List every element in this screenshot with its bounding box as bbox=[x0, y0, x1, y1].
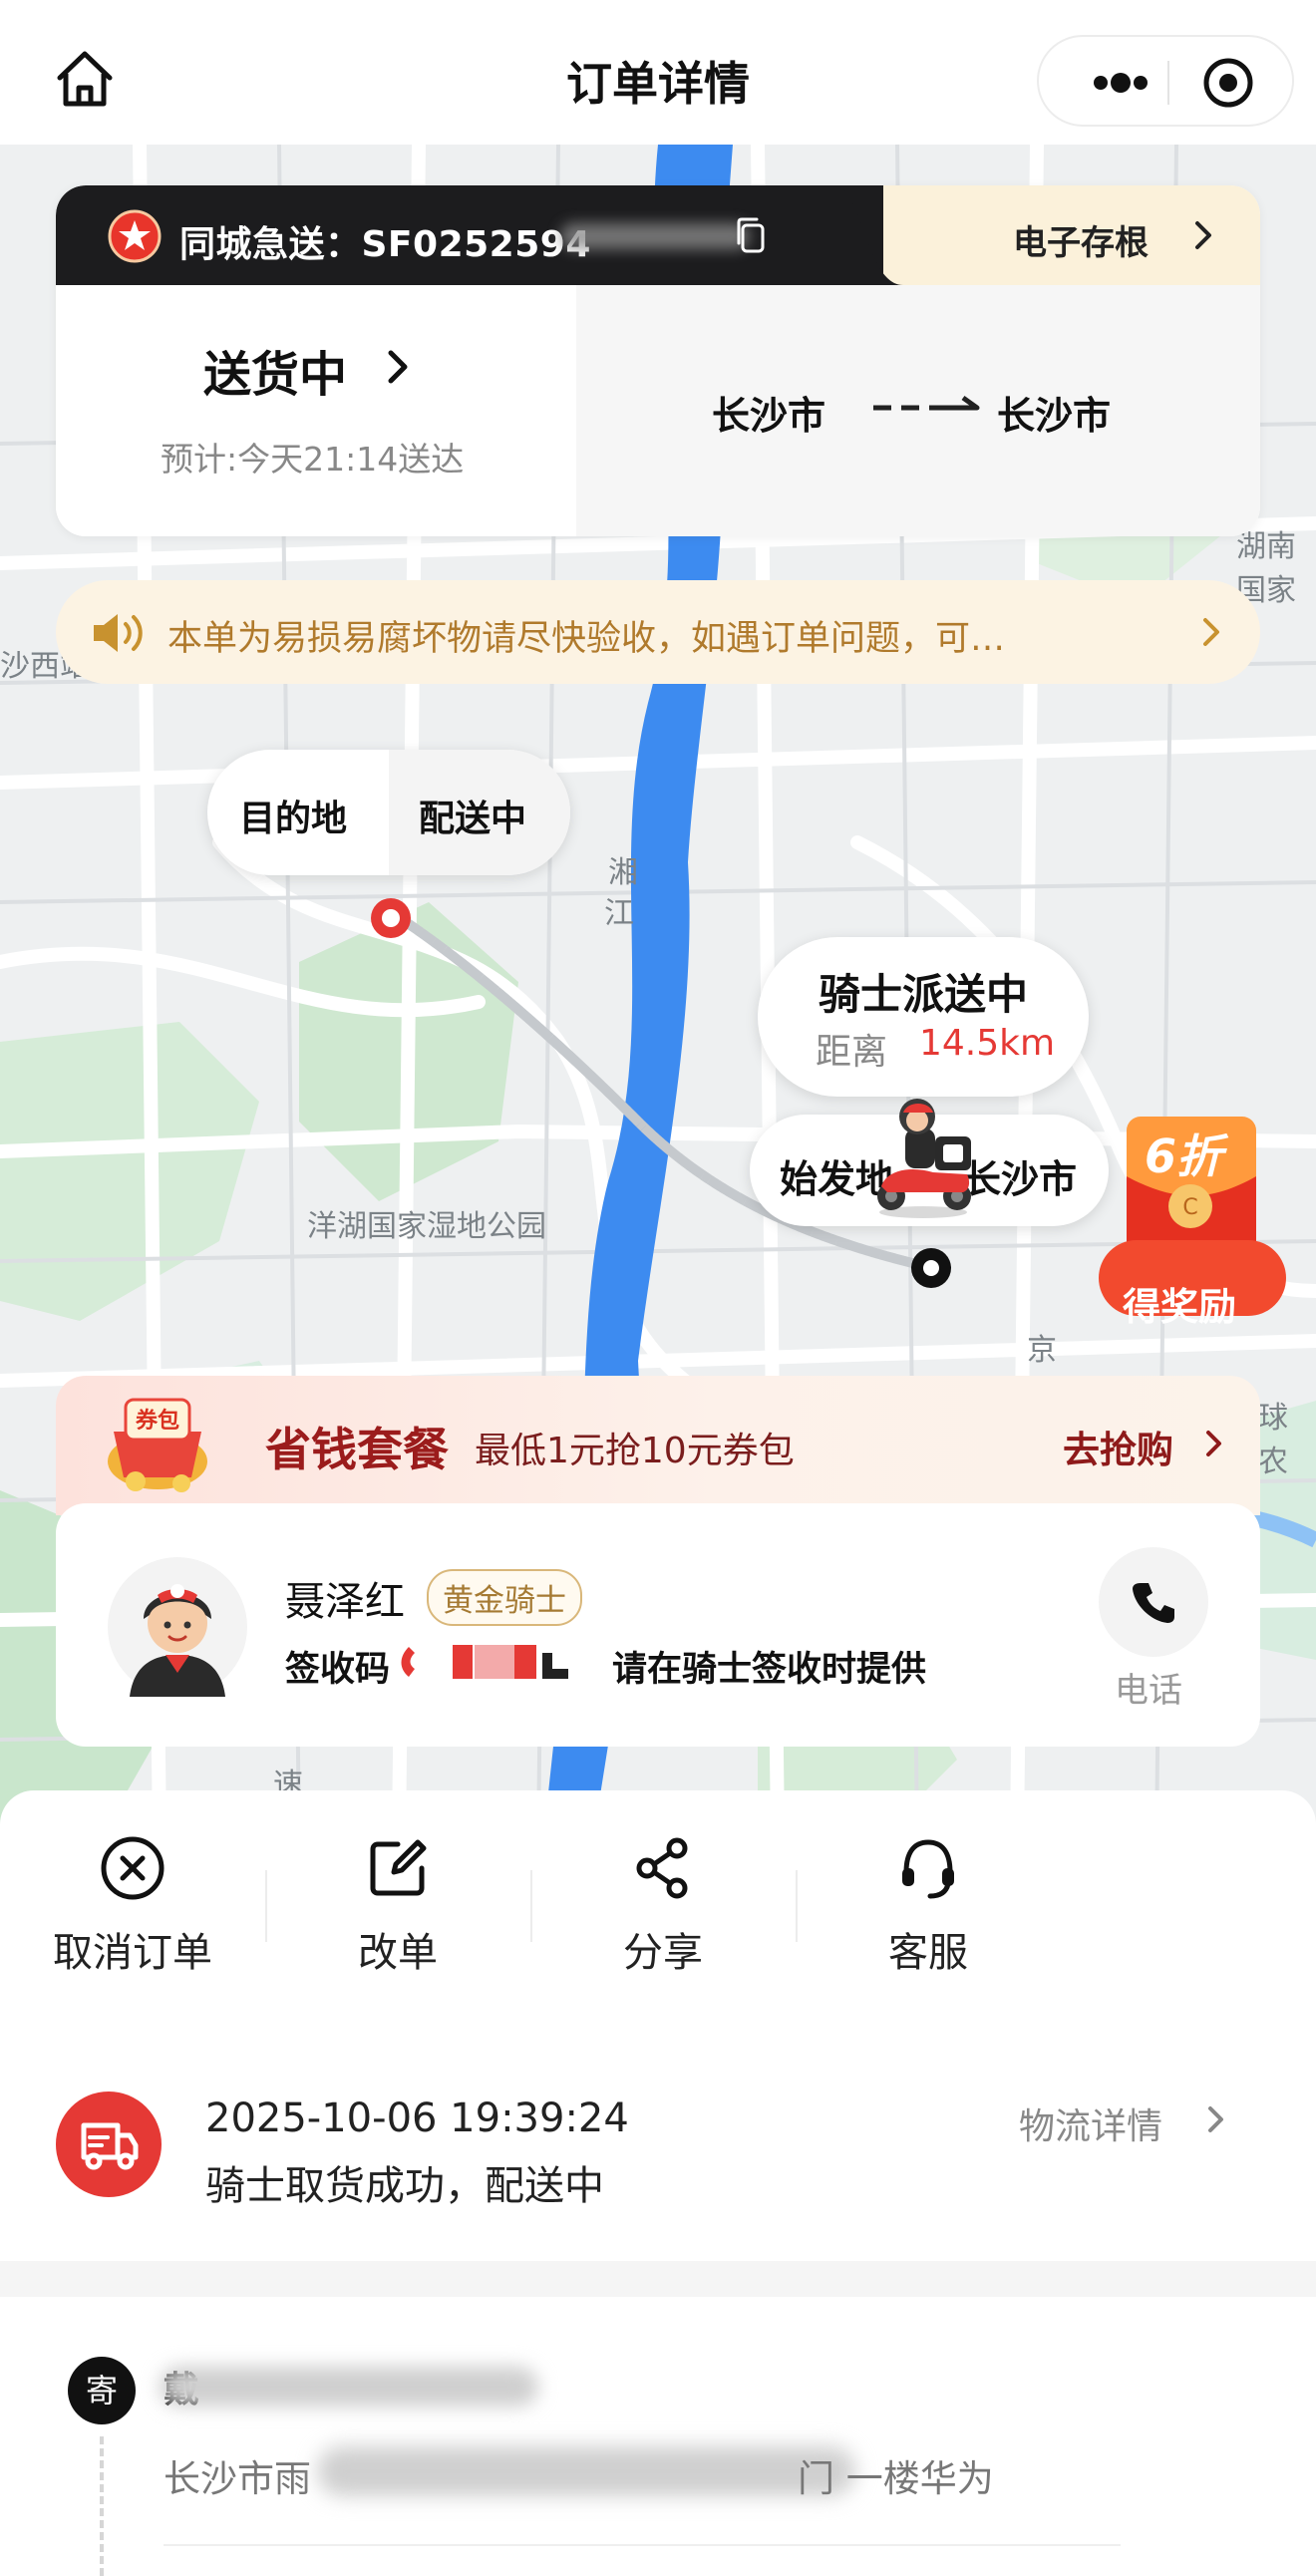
speaker-icon bbox=[94, 614, 143, 652]
customer-service-button[interactable]: 客服 bbox=[796, 1830, 1061, 1990]
redacted-sign-code bbox=[401, 1645, 568, 1679]
chevron-right-icon bbox=[1203, 618, 1219, 646]
cancel-order-label: 取消订单 bbox=[53, 1930, 212, 1976]
call-rider-button[interactable] bbox=[1099, 1547, 1208, 1657]
modify-order-button[interactable]: 改单 bbox=[265, 1830, 530, 1990]
tracking-time: 2025-10-06 19:39:24 bbox=[205, 2095, 629, 2141]
route-arrow-icon bbox=[873, 395, 980, 411]
sender-badge: 寄 bbox=[68, 2357, 136, 2424]
cancel-circle-icon bbox=[101, 1836, 164, 1900]
destination-status: 配送中 bbox=[419, 799, 527, 839]
redacted-order-digits bbox=[560, 223, 750, 249]
copy-icon[interactable] bbox=[730, 213, 774, 257]
band-curve bbox=[794, 185, 903, 285]
share-button[interactable]: 分享 bbox=[530, 1830, 796, 1990]
sender-divider bbox=[164, 2544, 1121, 2546]
promo-discount: 6折 bbox=[1145, 1129, 1223, 1183]
destination-label: 目的地 bbox=[239, 799, 348, 839]
close-miniprogram-icon[interactable] bbox=[1198, 57, 1258, 109]
rider-bubble-title: 骑士派送中 bbox=[818, 970, 1028, 1019]
sender-address-head: 长沙市雨 bbox=[164, 2457, 311, 2500]
rider-avatar bbox=[108, 1557, 247, 1697]
headset-icon bbox=[902, 1839, 954, 1899]
destination-pin-icon bbox=[371, 898, 411, 938]
rider-card: 聂泽红 黄金骑士 签收码 请在骑士签收时提供 电话 bbox=[56, 1503, 1260, 1747]
distance-value: 14.5km bbox=[919, 1023, 1056, 1064]
tracking-message: 骑士取货成功，配送中 bbox=[205, 2163, 604, 2209]
more-icon[interactable] bbox=[1069, 57, 1168, 109]
notice-bar[interactable]: 本单为易损易腐坏物请尽快验收，如遇订单问题，可… bbox=[56, 580, 1260, 684]
saver-title: 省钱套餐 bbox=[265, 1423, 449, 1476]
saver-subtitle: 最低1元抢10元券包 bbox=[475, 1431, 795, 1471]
order-number: 同城急送：SF0252594 bbox=[179, 224, 591, 265]
distance-label: 距离 bbox=[816, 1032, 888, 1073]
timeline-dashed-line bbox=[100, 2436, 104, 2576]
call-label: 电话 bbox=[1115, 1671, 1182, 1711]
map-label-park: 洋湖国家湿地公园 bbox=[307, 1209, 546, 1244]
rider-status-bubble: 骑士派送中 距离 14.5km bbox=[758, 937, 1089, 1097]
chevron-right-icon bbox=[1208, 2106, 1223, 2132]
saver-buy-button[interactable]: 去抢购 bbox=[1063, 1420, 1173, 1473]
map-label-qiunong: 球农 bbox=[1258, 1401, 1288, 1479]
logistics-detail-link[interactable]: 物流详情 bbox=[1019, 2097, 1162, 2149]
phone-icon bbox=[1133, 1583, 1174, 1623]
to-city: 长沙市 bbox=[997, 394, 1112, 438]
notice-text: 本单为易损易腐坏物请尽快验收，如遇订单问题，可… bbox=[167, 619, 1006, 659]
share-icon bbox=[636, 1837, 688, 1899]
rider-name: 聂泽红 bbox=[285, 1579, 405, 1625]
map-label-river2: 江 bbox=[604, 896, 634, 931]
sign-code-label: 签收码 bbox=[285, 1650, 391, 1690]
share-label: 分享 bbox=[623, 1930, 703, 1976]
top-bar: 订单详情 bbox=[0, 0, 1316, 145]
sf-badge-icon bbox=[108, 209, 162, 263]
rider-scooter-icon bbox=[877, 1099, 971, 1218]
coupon-bag-text: 券包 bbox=[135, 1408, 179, 1434]
section-gap bbox=[0, 2261, 1316, 2297]
order-actions: 取消订单 改单 分享 客服 bbox=[0, 1830, 1316, 1990]
customer-service-label: 客服 bbox=[888, 1930, 968, 1976]
delivery-truck-icon bbox=[56, 2092, 162, 2197]
cancel-order-button[interactable]: 取消订单 bbox=[0, 1830, 265, 1990]
order-status-card: 同城急送：SF0252594 电子存根 送货中 预计:今天21:14送达 长沙市… bbox=[56, 185, 1260, 536]
edit-icon bbox=[370, 1839, 427, 1896]
chevron-right-icon bbox=[388, 350, 408, 384]
modify-order-label: 改单 bbox=[358, 1930, 438, 1976]
sign-code-hint: 请在骑士签收时提供 bbox=[612, 1650, 927, 1690]
origin-pin-icon bbox=[911, 1248, 951, 1288]
chevron-right-icon bbox=[1195, 221, 1211, 249]
from-city: 长沙市 bbox=[712, 394, 826, 438]
redacted-sender-address bbox=[317, 2446, 855, 2496]
destination-bubble[interactable]: 目的地 配送中 bbox=[207, 750, 570, 875]
tracking-summary[interactable]: 2025-10-06 19:39:24 骑士取货成功，配送中 物流详情 bbox=[0, 2050, 1316, 2255]
mini-program-capsule bbox=[1037, 35, 1294, 127]
e-stub-link[interactable]: 电子存根 bbox=[1013, 215, 1149, 264]
rider-level-badge: 黄金骑士 bbox=[427, 1569, 582, 1626]
savings-package-banner[interactable]: 券包 省钱套餐 最低1元抢10元券包 去抢购 bbox=[56, 1376, 1260, 1515]
capsule-divider bbox=[1167, 61, 1169, 105]
coupon-bag-icon: 券包 bbox=[108, 1398, 207, 1492]
chevron-right-icon bbox=[1206, 1431, 1221, 1456]
delivery-status[interactable]: 送货中 bbox=[203, 335, 347, 405]
sender-info: 寄 戴 长沙市雨 门 一楼华为 bbox=[0, 2297, 1316, 2576]
map-label-river: 湘 bbox=[608, 855, 638, 890]
svg-text:C: C bbox=[1182, 1195, 1197, 1220]
status-panel[interactable] bbox=[56, 285, 576, 536]
map-label-jing: 京 bbox=[1027, 1333, 1057, 1368]
redacted-sender-contact bbox=[160, 2367, 538, 2407]
promo-label: 得奖励 bbox=[1123, 1285, 1237, 1329]
sender-address-tail: 门 一楼华为 bbox=[798, 2457, 994, 2500]
estimated-arrival: 预计:今天21:14送达 bbox=[161, 440, 465, 479]
